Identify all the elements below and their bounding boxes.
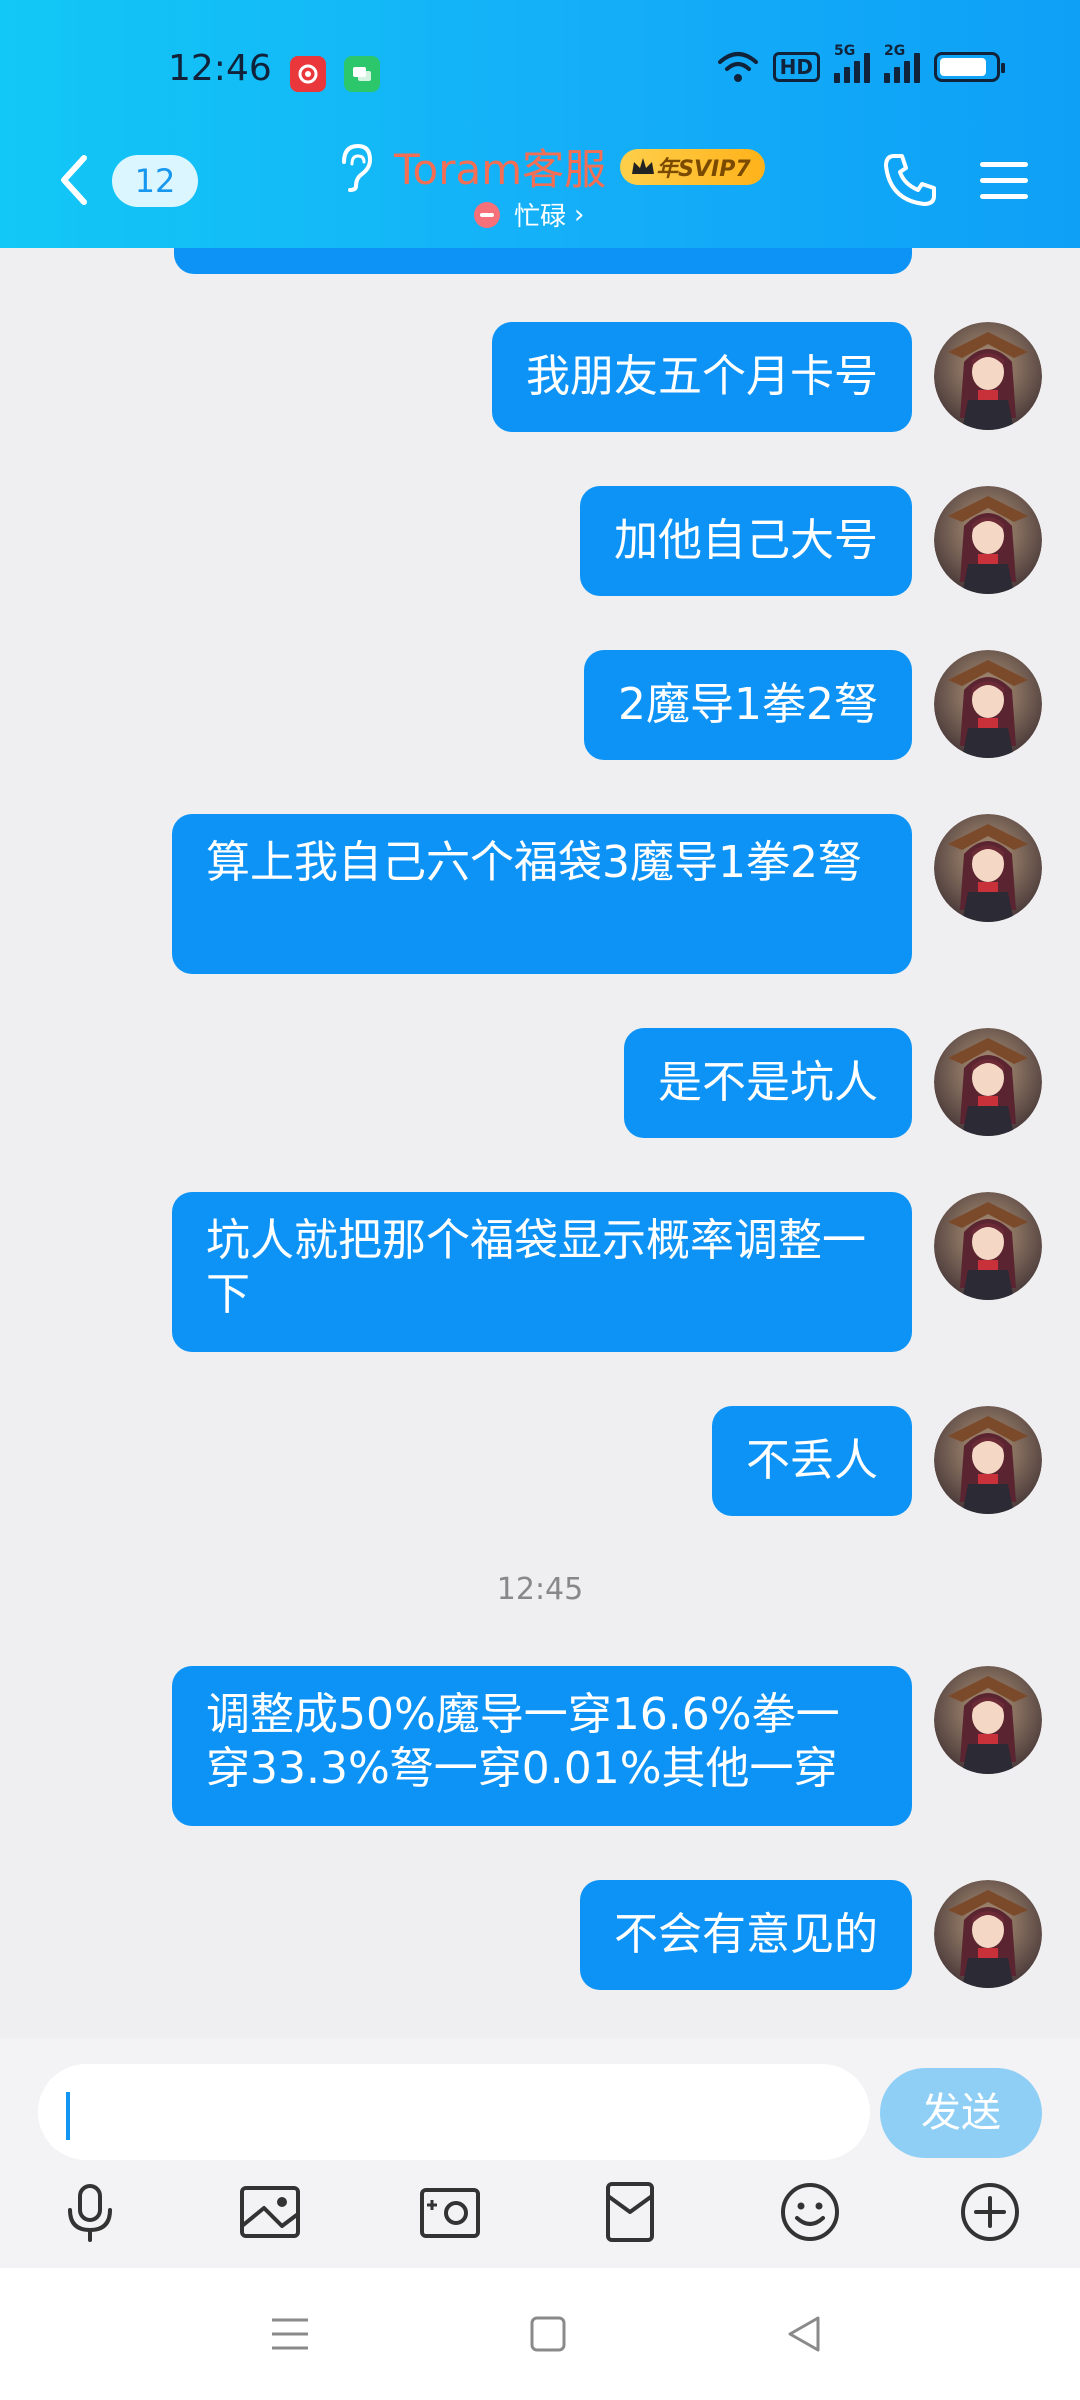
- svip-badge: 年SVIP7: [620, 148, 765, 185]
- more-menu-button[interactable]: [978, 158, 1030, 208]
- status-indicators: HD 5G 2G: [717, 43, 1005, 84]
- presence-chevron: ›: [574, 199, 585, 230]
- message-bubble-partial[interactable]: [174, 248, 912, 274]
- message-list[interactable]: 我朋友五个月卡号 加他自己大号 2魔导1拳2弩 算上我自己六个福袋3魔导1拳2弩…: [0, 248, 1080, 2038]
- avatar[interactable]: [934, 1880, 1042, 1988]
- home-button[interactable]: [524, 2310, 572, 2358]
- network-label-1: 5G: [834, 43, 856, 59]
- send-button[interactable]: 发送: [880, 2068, 1042, 2158]
- avatar[interactable]: [934, 650, 1042, 758]
- message-timestamp: 12:45: [496, 1572, 584, 1607]
- message-bubble[interactable]: 算上我自己六个福袋3魔导1拳2弩: [172, 814, 912, 974]
- triangle-back-icon: [788, 2316, 820, 2352]
- message-bubble[interactable]: 调整成50%魔导一穿16.6%拳一穿33.3%弩一穿0.01%其他一穿: [172, 1666, 912, 1826]
- avatar[interactable]: [934, 1406, 1042, 1514]
- red-packet-icon: [606, 2182, 654, 2242]
- call-button[interactable]: [880, 150, 940, 214]
- presence-label: 忙碌: [514, 202, 567, 232]
- message-app-icon: [344, 56, 380, 92]
- message-bubble[interactable]: 我朋友五个月卡号: [492, 322, 912, 432]
- message-text: 坑人就把那个福袋显示概率调整一下: [206, 1215, 866, 1320]
- red-packet-button[interactable]: [598, 2180, 662, 2244]
- camera-button[interactable]: [418, 2180, 482, 2244]
- voice-button[interactable]: [58, 2180, 122, 2244]
- avatar[interactable]: [934, 1028, 1042, 1136]
- signal-5g-icon: 5G: [834, 43, 870, 83]
- contact-name: Toram客服: [394, 145, 607, 194]
- chevron-left-icon: [61, 155, 87, 205]
- message-text: 2魔导1拳2弩: [618, 679, 878, 730]
- image-button[interactable]: [238, 2180, 302, 2244]
- crown-icon: [632, 157, 655, 174]
- wifi-icon: [717, 52, 758, 82]
- signal-2g-icon: 2G: [884, 43, 920, 83]
- network-label-2: 2G: [884, 43, 906, 59]
- message-text: 不会有意见的: [614, 1909, 878, 1960]
- menu-lines-icon: [272, 2318, 308, 2350]
- plus-circle-icon: [961, 2183, 1019, 2241]
- message-bubble[interactable]: 2魔导1拳2弩: [584, 650, 912, 760]
- message-text: 调整成50%魔导一穿16.6%拳一穿33.3%弩一穿0.01%其他一穿: [206, 1689, 840, 1794]
- image-icon: [240, 2186, 300, 2238]
- avatar[interactable]: [934, 1192, 1042, 1300]
- recents-button[interactable]: [266, 2310, 314, 2358]
- system-navigation-bar: [0, 2268, 1080, 2400]
- status-time: 12:46: [168, 48, 272, 89]
- busy-icon: [474, 201, 500, 228]
- message-bubble[interactable]: 加他自己大号: [580, 486, 912, 596]
- avatar[interactable]: [934, 486, 1042, 594]
- square-icon: [530, 2316, 566, 2352]
- menu-icon: [980, 162, 1028, 199]
- battery-fill: [940, 58, 986, 76]
- message-input[interactable]: [38, 2064, 870, 2160]
- contact-title[interactable]: Toram客服 年SVIP7: [334, 136, 765, 197]
- microphone-icon: [68, 2184, 112, 2242]
- message-text: 加他自己大号: [614, 515, 878, 566]
- netease-music-icon: [290, 56, 326, 92]
- avatar[interactable]: [934, 814, 1042, 922]
- battery-icon: [934, 52, 1005, 82]
- emoji-icon: [781, 2183, 839, 2241]
- emoji-button[interactable]: [778, 2180, 842, 2244]
- unread-count-badge[interactable]: 12: [112, 155, 198, 207]
- ear-icon: [342, 143, 373, 192]
- avatar[interactable]: [934, 322, 1042, 430]
- text-caret: [66, 2092, 70, 2140]
- phone-icon: [884, 154, 936, 206]
- message-bubble[interactable]: 不会有意见的: [580, 1880, 912, 1990]
- back-button[interactable]: [54, 150, 94, 214]
- message-text: 我朋友五个月卡号: [526, 351, 878, 402]
- message-text: 是不是坑人: [658, 1057, 878, 1108]
- back-nav-button[interactable]: [780, 2310, 828, 2358]
- message-bubble[interactable]: 坑人就把那个福袋显示概率调整一下: [172, 1192, 912, 1352]
- more-button[interactable]: [958, 2180, 1022, 2244]
- message-bubble[interactable]: 不丢人: [712, 1406, 912, 1516]
- chat-header: 12:46 HD 5G 2G 12 Toram客服 年SVIP7 忙碌 ›: [0, 0, 1080, 248]
- avatar[interactable]: [934, 1666, 1042, 1774]
- hd-badge: HD: [772, 52, 820, 82]
- message-text: 不丢人: [746, 1435, 878, 1486]
- message-bubble[interactable]: 是不是坑人: [624, 1028, 912, 1138]
- message-text: 算上我自己六个福袋3魔导1拳2弩: [206, 837, 862, 888]
- presence-status[interactable]: 忙碌 ›: [474, 196, 584, 233]
- input-area: 发送: [0, 2038, 1080, 2268]
- svip-label: 年SVIP7: [656, 156, 751, 182]
- camera-icon: [420, 2188, 480, 2238]
